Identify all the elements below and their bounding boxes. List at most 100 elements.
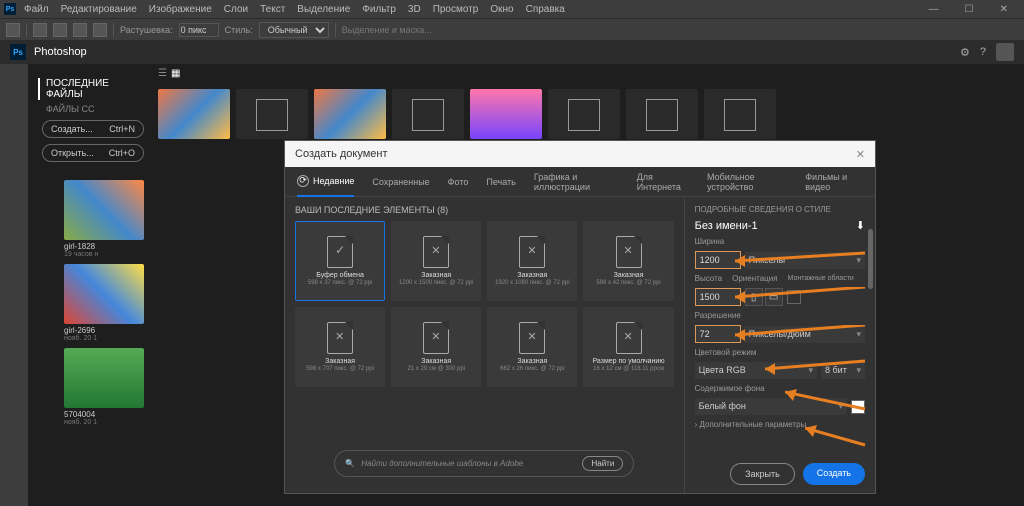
menu-image[interactable]: Изображение	[149, 4, 212, 15]
search-go-button[interactable]: Найти	[582, 456, 623, 471]
create-button[interactable]: Создать...Ctrl+N	[42, 120, 144, 138]
res-unit-select[interactable]: Пикселы/дюйм▾	[745, 326, 865, 343]
ps-logo: Ps	[4, 3, 16, 15]
bg-label: Содержимое фона	[695, 384, 865, 393]
doc-name[interactable]: Без имени-1	[695, 220, 758, 232]
template-search[interactable]: 🔍 Найти дополнительные шаблоны в Adobe Н…	[334, 450, 634, 477]
menu-window[interactable]: Окно	[490, 4, 513, 15]
resolution-input[interactable]	[695, 325, 741, 343]
menu-select[interactable]: Выделение	[297, 4, 350, 15]
height-input[interactable]	[695, 288, 741, 306]
preset-card[interactable]: Буфер обмена598 x 37 пикс. @ 72 ppi	[295, 221, 385, 301]
preset-name: Размер по умолчанию	[592, 358, 664, 365]
mask-btn[interactable]: Выделение и маска...	[342, 25, 432, 35]
bit-depth-select[interactable]: 8 бит▾	[821, 362, 865, 379]
recent-thumb[interactable]	[548, 89, 620, 139]
feather-input[interactable]	[179, 23, 219, 37]
recent-thumb[interactable]	[704, 89, 776, 139]
tab-film[interactable]: Фильмы и видео	[805, 167, 863, 197]
account-icon[interactable]	[996, 43, 1014, 61]
menu-layers[interactable]: Слои	[224, 4, 248, 15]
presets-grid: Буфер обмена598 x 37 пикс. @ 72 ppiЗаказ…	[295, 221, 674, 387]
orient-landscape[interactable]: ▭	[765, 288, 783, 306]
style-select[interactable]: Обычный	[259, 22, 329, 38]
menu-file[interactable]: Файл	[24, 4, 49, 15]
cc-files[interactable]: ФАЙЛЫ CC	[38, 104, 148, 114]
help-icon[interactable]: ?	[980, 46, 986, 58]
width-unit-select[interactable]: Пикселы▾	[745, 252, 865, 269]
preset-dim: 662 x 26 пикс. @ 72 ppi	[500, 366, 564, 372]
menu-edit[interactable]: Редактирование	[61, 4, 137, 15]
tab-web[interactable]: Для Интернета	[637, 167, 689, 197]
tool-preset[interactable]	[6, 23, 20, 37]
create-button[interactable]: Создать	[803, 463, 865, 485]
preset-name: Заказная	[421, 272, 451, 279]
preset-card[interactable]: Заказная598 x 42 пикс. @ 72 ppi	[583, 221, 673, 301]
menu-view[interactable]: Просмотр	[433, 4, 479, 15]
orient-label: Ориентация	[732, 274, 777, 283]
maximize-icon[interactable]: ☐	[965, 4, 974, 15]
minimize-icon[interactable]: —	[929, 4, 939, 15]
sel-new[interactable]	[33, 23, 47, 37]
artboard-checkbox[interactable]	[787, 290, 801, 304]
preset-icon	[327, 236, 353, 268]
list-view-icon[interactable]: ☰	[158, 68, 167, 79]
open-button[interactable]: Открыть...Ctrl+O	[42, 144, 144, 162]
scrollbar[interactable]	[868, 229, 873, 289]
color-label: Цветовой режим	[695, 348, 865, 357]
menu-3d[interactable]: 3D	[408, 4, 421, 15]
tab-saved[interactable]: Сохраненные	[372, 167, 429, 197]
height-label: Высота	[695, 274, 722, 283]
grid-view-icon[interactable]: ▦	[171, 68, 180, 79]
tab-art[interactable]: Графика и иллюстрации	[534, 167, 619, 197]
tab-recent[interactable]: ⟳Недавние	[297, 167, 354, 197]
tab-print[interactable]: Печать	[486, 167, 515, 197]
recent-thumb[interactable]	[236, 89, 308, 139]
color-mode-select[interactable]: Цвета RGB▾	[695, 362, 817, 379]
preset-dim: 1920 x 1080 пикс. @ 72 ppi	[495, 280, 569, 286]
sel-sub[interactable]	[73, 23, 87, 37]
recent-thumb[interactable]	[158, 89, 230, 139]
preset-card[interactable]: Размер по умолчанию16 x 12 см @ 118.11 р…	[583, 307, 673, 387]
preset-card[interactable]: Заказная598 x 707 пикс. @ 72 ppi	[295, 307, 385, 387]
advanced-toggle[interactable]: › Дополнительные параметры	[695, 420, 865, 429]
recent-thumb[interactable]	[626, 89, 698, 139]
save-preset-icon[interactable]: ⬇	[856, 219, 865, 232]
preset-icon	[423, 322, 449, 354]
gear-icon[interactable]: ⚙	[960, 46, 970, 59]
orient-portrait[interactable]: ▯	[745, 288, 763, 306]
preset-card[interactable]: Заказная21 x 29 см @ 300 ppi	[391, 307, 481, 387]
close-button[interactable]: Закрыть	[730, 463, 795, 485]
new-document-dialog: Создать документ ✕ ⟳Недавние Сохраненные…	[284, 140, 876, 494]
sel-add[interactable]	[53, 23, 67, 37]
recent-sub: нояб. 20 1	[64, 335, 144, 342]
sel-int[interactable]	[93, 23, 107, 37]
recent-thumb[interactable]	[314, 89, 386, 139]
dialog-close-icon[interactable]: ✕	[856, 148, 865, 161]
menu-filter[interactable]: Фильтр	[362, 4, 396, 15]
preset-dim: 598 x 42 пикс. @ 72 ppi	[596, 280, 660, 286]
recent-header[interactable]: ПОСЛЕДНИЕ ФАЙЛЫ	[38, 78, 148, 100]
preset-name: Заказная	[614, 272, 644, 279]
tab-mobile[interactable]: Мобильное устройство	[707, 167, 787, 197]
preset-icon	[616, 236, 642, 268]
tools-panel	[0, 64, 28, 506]
recent-name: girl-2696	[64, 326, 144, 335]
recent-thumb[interactable]	[392, 89, 464, 139]
recent-thumb[interactable]	[470, 89, 542, 139]
preset-card[interactable]: Заказная662 x 26 пикс. @ 72 ppi	[487, 307, 577, 387]
width-input[interactable]	[695, 251, 741, 269]
preset-card[interactable]: Заказная1920 x 1080 пикс. @ 72 ppi	[487, 221, 577, 301]
details-header: ПОДРОБНЫЕ СВЕДЕНИЯ О СТИЛЕ	[695, 205, 865, 214]
preset-dim: 16 x 12 см @ 118.11 ррсм	[593, 366, 664, 372]
search-icon: 🔍	[345, 459, 355, 468]
preset-card[interactable]: Заказная1200 x 1500 пикс. @ 72 ppi	[391, 221, 481, 301]
preset-name: Заказная	[421, 358, 451, 365]
menu-help[interactable]: Справка	[526, 4, 565, 15]
menu-text[interactable]: Текст	[260, 4, 285, 15]
tab-photo[interactable]: Фото	[448, 167, 469, 197]
recent-sub: нояб. 20 1	[64, 419, 144, 426]
close-icon[interactable]: ✕	[1000, 4, 1008, 15]
bg-select[interactable]: Белый фон▾	[695, 398, 847, 415]
recent-name: 5704004	[64, 410, 144, 419]
